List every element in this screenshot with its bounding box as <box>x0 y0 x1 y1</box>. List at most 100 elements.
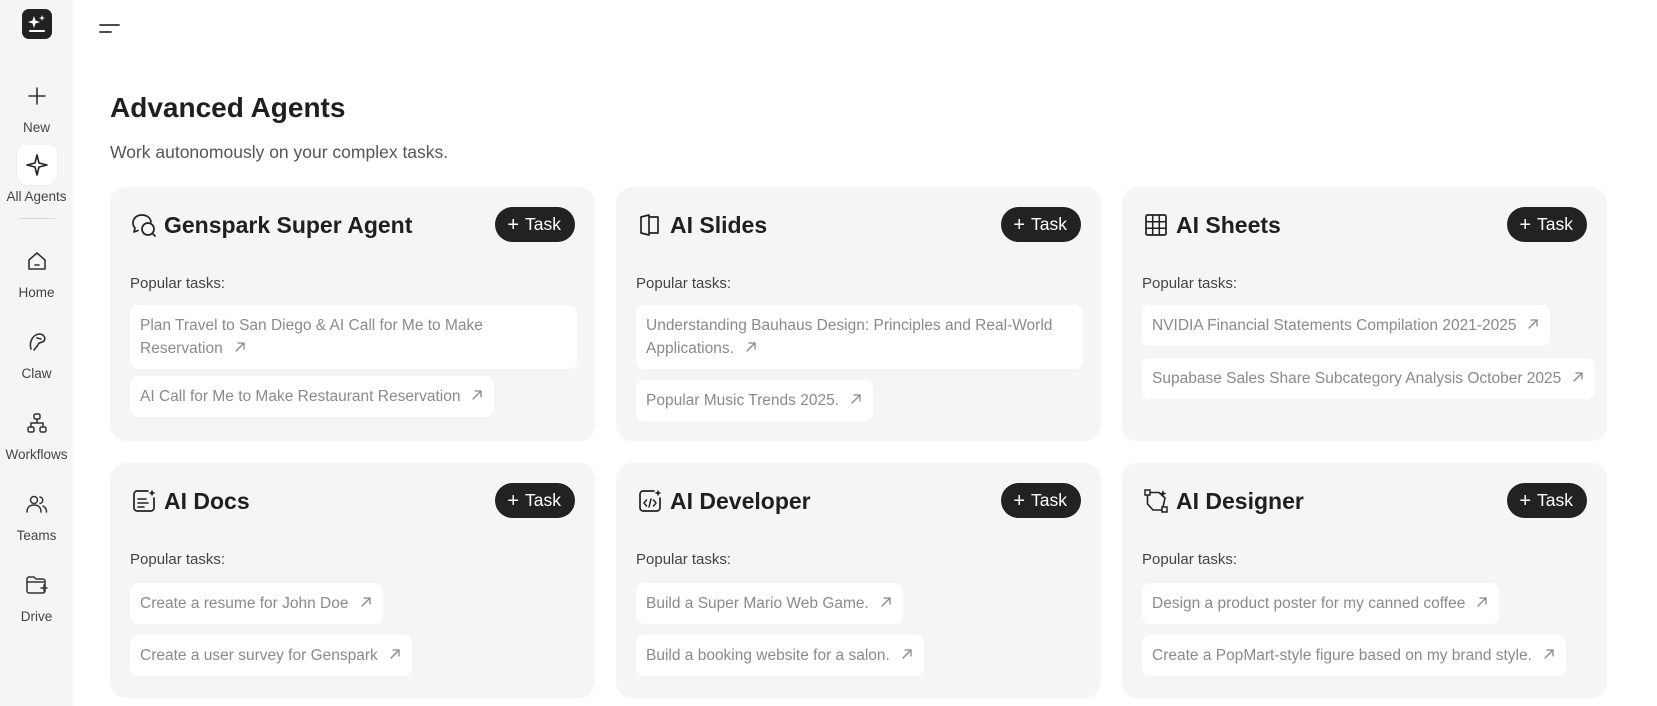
task-button-label: Task <box>525 214 561 234</box>
card-header: AI Slides + Task <box>636 207 1081 243</box>
popular-task-chip[interactable]: Build a Super Mario Web Game. <box>636 583 903 624</box>
drive-icon <box>17 565 57 605</box>
popular-tasks-label: Popular tasks: <box>636 275 732 292</box>
popular-task-chip[interactable]: Supabase Sales Share Subcategory Analysi… <box>1142 358 1596 399</box>
menu-toggle-button[interactable] <box>97 18 123 38</box>
card-header: AI Sheets + Task <box>1142 207 1587 243</box>
chat-bubbles-icon <box>130 211 158 239</box>
grid-icon <box>1142 211 1170 239</box>
popular-tasks-label: Popular tasks: <box>636 551 732 568</box>
workflow-icon <box>17 403 57 443</box>
sidebar: New All Agents Home Claw Workflows Teams <box>0 0 73 706</box>
sidebar-item-new[interactable]: New <box>0 76 73 135</box>
agent-card-super-agent: Genspark Super Agent + Task Popular tasks… <box>110 187 595 441</box>
arrow-up-right-icon <box>390 649 400 659</box>
add-task-button[interactable]: + Task <box>1001 483 1081 518</box>
task-text: Popular Music Trends 2025. <box>646 392 839 409</box>
popular-task-chip[interactable]: Plan Travel to San Diego & AI Call for M… <box>130 305 577 369</box>
arrow-up-right-icon <box>1573 372 1583 382</box>
document-icon <box>130 487 158 515</box>
task-text: Build a Super Mario Web Game. <box>646 595 869 612</box>
plus-icon: + <box>1519 489 1532 512</box>
agent-card-ai-docs: AI Docs + Task Popular tasks: Create a re… <box>110 463 595 698</box>
task-text: Create a resume for John Doe <box>140 595 349 612</box>
arrow-up-right-icon <box>902 649 912 659</box>
task-text: AI Call for Me to Make Restaurant Reserv… <box>140 388 461 405</box>
popular-task-chip[interactable]: Create a PopMart-style figure based on m… <box>1142 635 1566 676</box>
card-header: AI Designer + Task <box>1142 483 1587 519</box>
task-button-label: Task <box>1031 490 1067 510</box>
sidebar-item-drive[interactable]: Drive <box>0 565 73 624</box>
task-button-label: Task <box>1537 214 1573 234</box>
agent-card-ai-developer: AI Developer + Task Popular tasks: Build … <box>616 463 1101 698</box>
task-text: Plan Travel to San Diego & AI Call for M… <box>140 317 483 357</box>
card-title: AI Docs <box>164 487 250 514</box>
sidebar-item-all-agents[interactable]: All Agents <box>0 145 73 204</box>
sidebar-item-home[interactable]: Home <box>0 241 73 300</box>
card-header: AI Developer + Task <box>636 483 1081 519</box>
popular-task-chip[interactable]: Understanding Bauhaus Design: Principles… <box>636 305 1083 369</box>
page-subtitle: Work autonomously on your complex tasks. <box>110 142 449 162</box>
teams-icon <box>17 484 57 524</box>
code-icon <box>636 487 664 515</box>
popular-tasks-label: Popular tasks: <box>130 275 226 292</box>
add-task-button[interactable]: + Task <box>495 207 575 242</box>
card-header: Genspark Super Agent + Task <box>130 207 575 243</box>
sidebar-item-label: All Agents <box>6 189 67 204</box>
plus-icon: + <box>1013 489 1026 512</box>
task-text: Supabase Sales Share Subcategory Analysi… <box>1152 370 1562 387</box>
task-text: NVIDIA Financial Statements Compilation … <box>1152 317 1517 334</box>
plus-icon <box>17 76 57 116</box>
arrow-up-right-icon <box>1528 319 1539 329</box>
claw-icon <box>17 322 57 362</box>
design-icon <box>1142 487 1170 515</box>
plus-icon: + <box>507 489 520 512</box>
arrow-up-right-icon <box>1477 597 1487 607</box>
popular-task-chip[interactable]: Create a resume for John Doe <box>130 583 383 624</box>
popular-task-chip[interactable]: AI Call for Me to Make Restaurant Reserv… <box>130 376 495 417</box>
popular-tasks-label: Popular tasks: <box>1142 275 1238 292</box>
add-task-button[interactable]: + Task <box>1001 207 1081 242</box>
menu-icon <box>99 24 120 33</box>
popular-tasks-label: Popular tasks: <box>1142 551 1238 568</box>
card-title: AI Designer <box>1176 487 1304 514</box>
arrow-up-right-icon <box>746 342 756 352</box>
task-text: Understanding Bauhaus Design: Principles… <box>646 317 1053 357</box>
sidebar-item-workflows[interactable]: Workflows <box>0 403 73 462</box>
sidebar-item-label: Home <box>18 285 55 300</box>
agent-card-ai-slides: AI Slides + Task Popular tasks: Understan… <box>616 187 1101 441</box>
sidebar-item-claw[interactable]: Claw <box>0 322 73 381</box>
sidebar-item-label: New <box>22 120 50 135</box>
task-text: Design a product poster for my canned co… <box>1152 595 1466 612</box>
card-header: AI Docs + Task <box>130 483 575 519</box>
page-title: Advanced Agents <box>110 92 346 123</box>
card-title: AI Slides <box>670 211 768 238</box>
popular-task-chip[interactable]: NVIDIA Financial Statements Compilation … <box>1142 305 1551 346</box>
arrow-up-right-icon <box>360 597 371 607</box>
arrow-up-right-icon <box>881 597 891 607</box>
add-task-button[interactable]: + Task <box>1507 207 1587 242</box>
add-task-button[interactable]: + Task <box>1507 483 1587 518</box>
sidebar-item-label: Teams <box>16 528 57 543</box>
popular-task-chip[interactable]: Build a booking website for a salon. <box>636 635 924 676</box>
popular-task-chip[interactable]: Popular Music Trends 2025. <box>636 380 873 421</box>
popular-tasks-label: Popular tasks: <box>130 551 226 568</box>
arrow-up-right-icon <box>472 390 483 400</box>
plus-icon: + <box>1013 213 1026 236</box>
popular-task-chip[interactable]: Create a user survey for Genspark <box>130 635 412 676</box>
popular-task-chip[interactable]: Design a product poster for my canned co… <box>1142 583 1500 624</box>
card-title: AI Sheets <box>1176 211 1281 238</box>
plus-icon: + <box>507 213 520 236</box>
arrow-up-right-icon <box>1544 649 1554 659</box>
add-task-button[interactable]: + Task <box>495 483 575 518</box>
agent-card-ai-sheets: AI Sheets + Task Popular tasks: NVIDIA Fi… <box>1122 187 1607 441</box>
task-text: Build a booking website for a salon. <box>646 647 890 664</box>
agent-card-ai-designer: AI Designer + Task Popular tasks: Design … <box>1122 463 1607 698</box>
app-logo[interactable] <box>21 9 52 39</box>
sidebar-item-label: Drive <box>20 609 53 624</box>
arrow-up-right-icon <box>235 342 245 352</box>
sidebar-item-teams[interactable]: Teams <box>0 484 73 543</box>
arrow-up-right-icon <box>851 394 861 404</box>
sidebar-item-label: Claw <box>21 366 52 381</box>
task-text: Create a user survey for Genspark <box>140 647 378 664</box>
